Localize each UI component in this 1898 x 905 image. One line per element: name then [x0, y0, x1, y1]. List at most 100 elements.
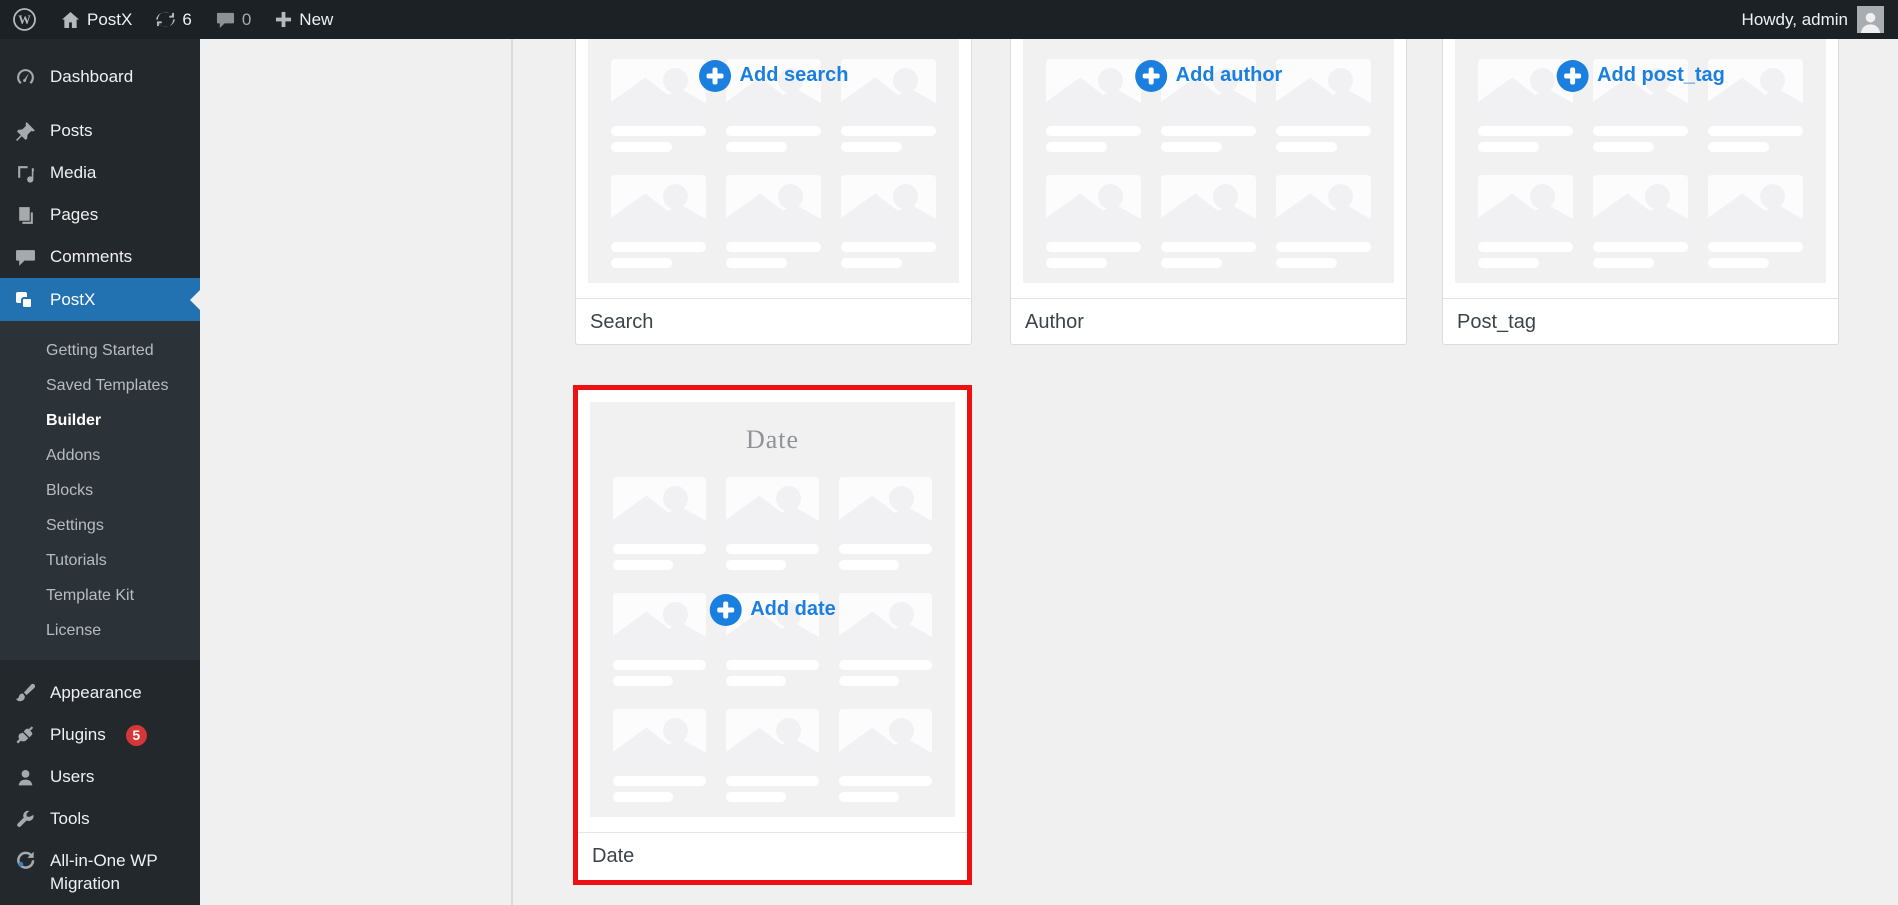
post-placeholder [726, 709, 819, 802]
wordpress-logo-menu[interactable]: W [0, 0, 49, 39]
sun-shape [663, 718, 688, 743]
sidebar-item-posts[interactable]: Posts [0, 110, 200, 152]
text-line-placeholder [1276, 242, 1371, 252]
mountains-shape [841, 77, 936, 117]
sidebar-item-label: PostX [50, 289, 96, 309]
text-line-placeholder [839, 660, 932, 670]
text-line-placeholder [726, 242, 821, 252]
submenu-item-template-kit[interactable]: Template Kit [0, 578, 200, 613]
text-line-placeholder [613, 676, 673, 686]
submenu-item-getting-started[interactable]: Getting Started [0, 333, 200, 368]
sidebar-item-label: All-in-One WP Migration [50, 851, 158, 893]
admin-sidebar: Dashboard Posts Media Pages Comments PostX Get… [0, 39, 200, 905]
text-line-placeholder [1046, 126, 1141, 136]
home-icon [61, 11, 80, 28]
sun-shape [1530, 68, 1555, 93]
sun-shape [1760, 68, 1785, 93]
mountains-shape [839, 727, 932, 767]
submenu-item-tutorials[interactable]: Tutorials [0, 543, 200, 578]
add-date-button[interactable]: Add date [709, 593, 836, 626]
sidebar-item-label: Appearance [50, 683, 142, 702]
post-placeholder [726, 477, 819, 570]
pages-icon [13, 205, 37, 226]
paintbrush-icon [13, 683, 37, 704]
my-account-menu[interactable]: Howdy, admin [1742, 0, 1898, 39]
avatar [1857, 6, 1884, 33]
sidebar-item-media[interactable]: Media [0, 152, 200, 194]
sidebar-item-migration[interactable]: All-in-One WP Migration [0, 840, 200, 901]
sidebar-item-users[interactable]: Users [0, 756, 200, 798]
text-line-placeholder [726, 660, 819, 670]
add-button-label: Add post_tag [1597, 64, 1725, 86]
image-placeholder [839, 593, 932, 651]
sun-shape [1098, 68, 1123, 93]
sun-shape [889, 486, 914, 511]
howdy-text: Howdy, admin [1741, 9, 1848, 29]
submenu-item-settings[interactable]: Settings [0, 508, 200, 543]
text-line-placeholder [611, 126, 706, 136]
submenu-item-saved-templates[interactable]: Saved Templates [0, 368, 200, 403]
mountains-shape [841, 193, 936, 233]
card-label: Post_tag [1443, 298, 1838, 346]
submenu-item-license[interactable]: License [0, 613, 200, 648]
plugin-icon [13, 725, 37, 746]
submenu-item-builder[interactable]: Builder [0, 403, 200, 438]
sidebar-item-comments[interactable]: Comments [0, 236, 200, 278]
add-search-button[interactable]: Add search [698, 59, 848, 92]
post-placeholder [839, 709, 932, 802]
text-line-placeholder [1046, 258, 1107, 268]
mountains-shape [839, 611, 932, 651]
text-line-placeholder [1593, 258, 1654, 268]
mountains-shape [611, 193, 706, 233]
card-label: Search [576, 298, 971, 346]
sidebar-item-pages[interactable]: Pages [0, 194, 200, 236]
post-placeholder [1593, 175, 1688, 268]
comments-link[interactable]: 0 [204, 0, 263, 39]
sidebar-item-postx[interactable]: PostX [0, 278, 200, 321]
text-line-placeholder [1708, 242, 1803, 252]
sidebar-item-appearance[interactable]: Appearance [0, 672, 200, 714]
sidebar-item-label: Users [50, 767, 95, 786]
sidebar-item-tools[interactable]: Tools [0, 798, 200, 840]
mountains-shape [1276, 77, 1371, 117]
add-post_tag-button[interactable]: Add post_tag [1556, 59, 1725, 92]
updates-icon [156, 11, 176, 28]
text-line-placeholder [841, 142, 902, 152]
new-label: New [299, 9, 334, 29]
post-placeholder [839, 593, 932, 686]
sun-shape [893, 184, 918, 209]
image-placeholder [1593, 175, 1688, 233]
mountains-shape [1046, 77, 1141, 117]
sun-shape [1213, 184, 1238, 209]
submenu-item-blocks[interactable]: Blocks [0, 473, 200, 508]
add-author-button[interactable]: Add author [1134, 59, 1283, 92]
sidebar-item-label: Dashboard [50, 67, 134, 86]
card-preview: Date Add date [590, 402, 955, 817]
updates-count: 6 [182, 9, 192, 29]
visit-site-link[interactable]: PostX [49, 0, 144, 39]
updates-link[interactable]: 6 [144, 0, 203, 39]
plugins-update-badge: 5 [125, 724, 147, 746]
card-label: Author [1011, 298, 1406, 346]
image-placeholder [611, 175, 706, 233]
sidebar-item-plugins[interactable]: Plugins 5 [0, 714, 200, 756]
image-placeholder [726, 175, 821, 233]
image-placeholder [613, 709, 706, 767]
text-line-placeholder [611, 258, 672, 268]
image-placeholder [841, 175, 936, 233]
new-content-menu[interactable]: New [263, 0, 345, 39]
sun-shape [1098, 184, 1123, 209]
sidebar-item-label: Tools [50, 809, 90, 828]
sidebar-item-dashboard[interactable]: Dashboard [0, 56, 200, 98]
submenu-item-addons[interactable]: Addons [0, 438, 200, 473]
post-placeholder [613, 709, 706, 802]
image-placeholder [1161, 175, 1256, 233]
text-line-placeholder [839, 792, 899, 802]
mountains-shape [613, 727, 706, 767]
text-line-placeholder [1478, 142, 1539, 152]
post-placeholder [1478, 175, 1573, 268]
text-line-placeholder [839, 676, 899, 686]
text-line-placeholder [1593, 242, 1688, 252]
add-button-label: Add author [1175, 64, 1283, 86]
image-placeholder [726, 709, 819, 767]
